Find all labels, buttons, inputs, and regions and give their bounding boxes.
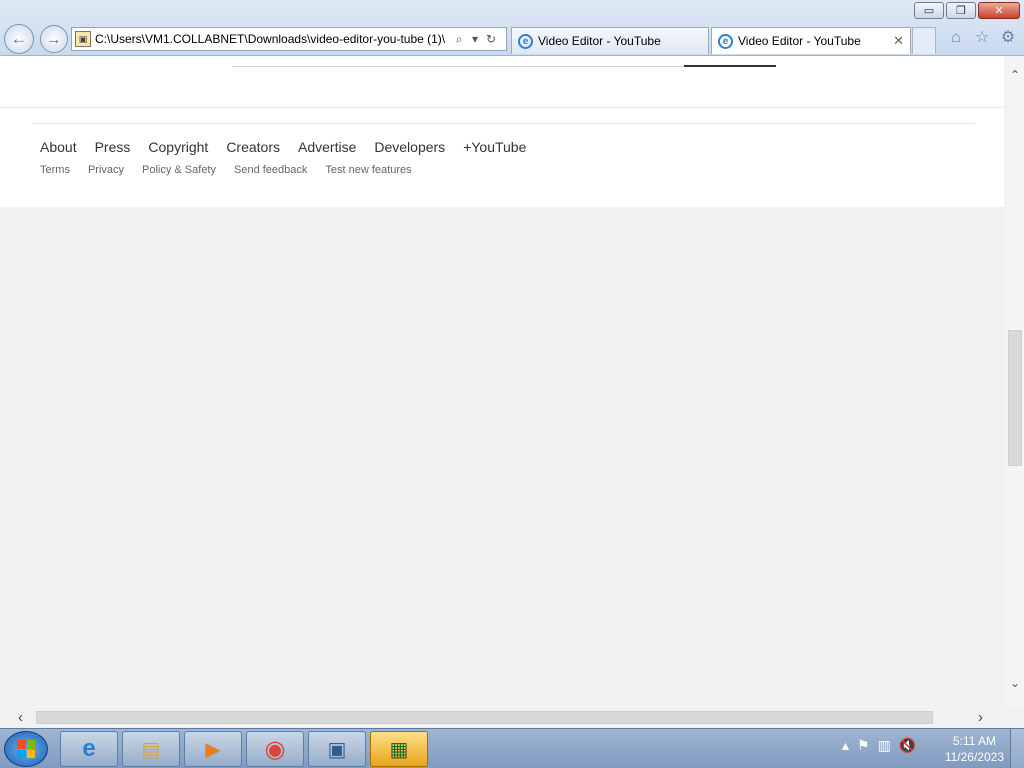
tab-video-editor-1[interactable]: e Video Editor - YouTube bbox=[511, 27, 709, 54]
app-icon: ▦ bbox=[389, 738, 409, 761]
taskbar: e ▤ ▶ ◉ ▣ ▦ ▴ ⚑ ▥ 🔇 5:11 AM 11/26/2023 bbox=[0, 728, 1024, 768]
restore-button[interactable]: ❐ bbox=[946, 2, 976, 19]
horizontal-scrollbar[interactable]: ‹ › bbox=[0, 708, 1006, 728]
footer-primary-links: About Press Copyright Creators Advertise… bbox=[40, 139, 526, 155]
clock[interactable]: 5:11 AM 11/26/2023 bbox=[945, 733, 1004, 765]
windows-logo-icon bbox=[17, 740, 35, 758]
footer-link-privacy[interactable]: Privacy bbox=[88, 164, 124, 176]
footer-link-send-feedback[interactable]: Send feedback bbox=[234, 164, 307, 176]
address-bar[interactable]: ▣ C:\Users\VM1.COLLABNET\Downloads\video… bbox=[71, 27, 507, 51]
scroll-down-icon[interactable]: ⌄ bbox=[1009, 676, 1021, 690]
footer-link-about[interactable]: About bbox=[40, 139, 77, 155]
dropdown-icon[interactable]: ▾ bbox=[467, 32, 483, 46]
new-tab-button[interactable] bbox=[912, 27, 936, 54]
footer-secondary-links: Terms Privacy Policy & Safety Send feedb… bbox=[40, 164, 412, 176]
arrow-left-icon: ← bbox=[10, 29, 28, 48]
vertical-scrollbar[interactable]: ⌃ ⌄ bbox=[1006, 56, 1024, 708]
internet-explorer-icon: e bbox=[82, 735, 96, 762]
folder-icon: ▤ bbox=[141, 738, 161, 761]
forward-button[interactable]: → bbox=[40, 25, 68, 53]
remote-desktop-icon: ▣ bbox=[327, 738, 347, 761]
taskbar-active-app[interactable]: ▦ bbox=[370, 731, 428, 767]
show-desktop-button[interactable] bbox=[1010, 729, 1024, 768]
clock-time: 5:11 AM bbox=[952, 734, 996, 748]
footer-card: About Press Copyright Creators Advertise… bbox=[0, 56, 1004, 207]
divider-highlight bbox=[684, 65, 776, 67]
horizontal-scroll-thumb[interactable] bbox=[36, 711, 933, 724]
close-window-button[interactable]: ✕ bbox=[978, 2, 1020, 19]
address-url[interactable]: C:\Users\VM1.COLLABNET\Downloads\video-e… bbox=[95, 32, 451, 46]
search-icon[interactable]: ⌕ bbox=[451, 32, 467, 47]
scroll-up-icon[interactable]: ⌃ bbox=[1009, 68, 1021, 82]
window-controls: ▭ ❐ ✕ bbox=[914, 2, 1020, 19]
volume-muted-icon[interactable]: 🔇 bbox=[899, 737, 916, 754]
footer-link-copyright[interactable]: Copyright bbox=[148, 139, 208, 155]
gear-icon[interactable]: ⚙ bbox=[998, 28, 1018, 48]
tab-label: Video Editor - YouTube bbox=[538, 34, 661, 48]
footer-link-plus-youtube[interactable]: +YouTube bbox=[463, 139, 526, 155]
close-tab-icon[interactable]: ✕ bbox=[893, 33, 904, 49]
media-player-icon: ▶ bbox=[205, 738, 221, 761]
divider bbox=[0, 107, 1004, 108]
tab-label: Video Editor - YouTube bbox=[738, 34, 861, 48]
ie-icon: e bbox=[518, 33, 533, 49]
scroll-left-icon[interactable]: ‹ bbox=[18, 709, 23, 726]
scroll-corner bbox=[1006, 708, 1024, 728]
footer-link-creators[interactable]: Creators bbox=[226, 139, 280, 155]
clock-date: 11/26/2023 bbox=[944, 750, 1004, 764]
network-icon[interactable]: ▥ bbox=[878, 737, 891, 754]
favorites-icon[interactable]: ☆ bbox=[972, 28, 992, 48]
footer-divider bbox=[32, 123, 975, 124]
taskbar-remote-desktop[interactable]: ▣ bbox=[308, 731, 366, 767]
browser-tools: ⌂ ☆ ⚙ bbox=[946, 28, 1018, 48]
tab-video-editor-2[interactable]: e Video Editor - YouTube ✕ bbox=[711, 27, 911, 54]
arrow-right-icon: → bbox=[46, 30, 62, 48]
scroll-right-icon[interactable]: › bbox=[978, 709, 983, 726]
page-icon: ▣ bbox=[75, 31, 91, 47]
footer-link-developers[interactable]: Developers bbox=[374, 139, 445, 155]
page-viewport: About Press Copyright Creators Advertise… bbox=[0, 56, 1006, 708]
footer-link-policy-safety[interactable]: Policy & Safety bbox=[142, 164, 216, 176]
chrome-icon: ◉ bbox=[264, 735, 286, 763]
minimize-button[interactable]: ▭ bbox=[914, 2, 944, 19]
browser-chrome: ▭ ❐ ✕ ← → ▣ C:\Users\VM1.COLLABNET\Downl… bbox=[0, 0, 1024, 56]
refresh-icon[interactable]: ↻ bbox=[483, 32, 499, 46]
taskbar-file-explorer[interactable]: ▤ bbox=[122, 731, 180, 767]
footer-link-test-new-features[interactable]: Test new features bbox=[325, 164, 411, 176]
ie-icon: e bbox=[718, 33, 733, 49]
back-button[interactable]: ← bbox=[4, 24, 34, 54]
taskbar-chrome[interactable]: ◉ bbox=[246, 731, 304, 767]
footer-link-press[interactable]: Press bbox=[95, 139, 131, 155]
home-icon[interactable]: ⌂ bbox=[946, 28, 966, 48]
show-hidden-icons-icon[interactable]: ▴ bbox=[842, 737, 849, 754]
footer-link-advertise[interactable]: Advertise bbox=[298, 139, 356, 155]
taskbar-media-player[interactable]: ▶ bbox=[184, 731, 242, 767]
system-tray: ▴ ⚑ ▥ 🔇 bbox=[842, 737, 916, 754]
vertical-scroll-thumb[interactable] bbox=[1008, 330, 1022, 466]
taskbar-internet-explorer[interactable]: e bbox=[60, 731, 118, 767]
action-center-icon[interactable]: ⚑ bbox=[857, 737, 870, 754]
footer-link-terms[interactable]: Terms bbox=[40, 164, 70, 176]
start-button[interactable] bbox=[4, 731, 48, 767]
